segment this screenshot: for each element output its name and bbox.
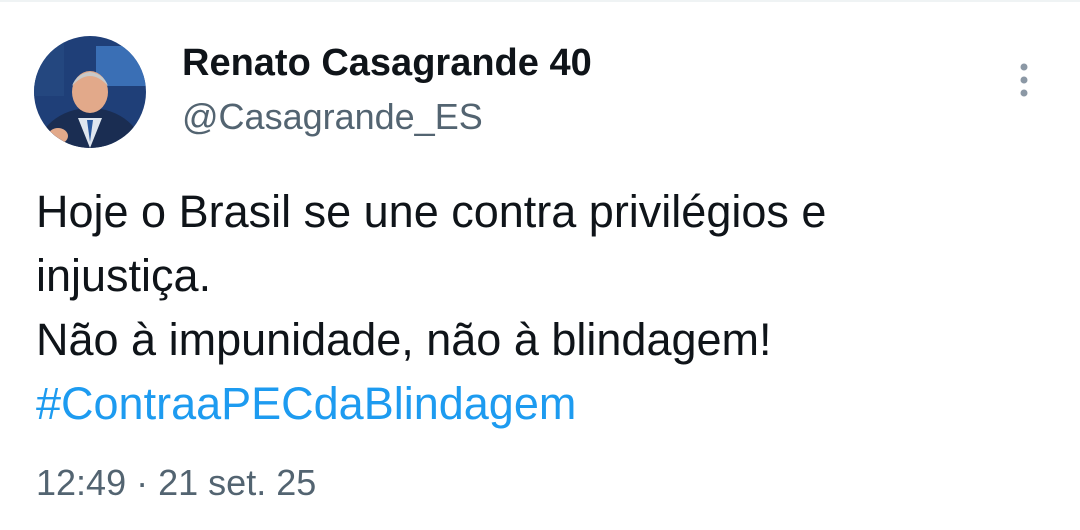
more-vertical-icon <box>1020 63 1028 97</box>
more-options-button[interactable] <box>1006 58 1042 102</box>
tweet-line: Não à impunidade, não à blindagem! <box>36 314 772 365</box>
tweet-line: injustiça. <box>36 250 212 301</box>
avatar-photo <box>34 36 146 148</box>
user-handle[interactable]: @Casagrande_ES <box>182 96 483 138</box>
tweet-line: Hoje o Brasil se une contra privilégios … <box>36 186 827 237</box>
tweet-metadata: 12:49 · 21 set. 25 <box>36 462 316 504</box>
meta-separator: · <box>136 462 149 503</box>
tweet-time[interactable]: 12:49 <box>36 462 126 503</box>
top-divider <box>0 0 1080 2</box>
tweet-date[interactable]: 21 set. 25 <box>158 462 316 503</box>
display-name[interactable]: Renato Casagrande 40 <box>182 42 592 85</box>
avatar[interactable] <box>34 36 146 148</box>
hashtag-link[interactable]: #ContraaPECdaBlindagem <box>36 372 1046 436</box>
tweet-text: Hoje o Brasil se une contra privilégios … <box>36 180 1046 436</box>
